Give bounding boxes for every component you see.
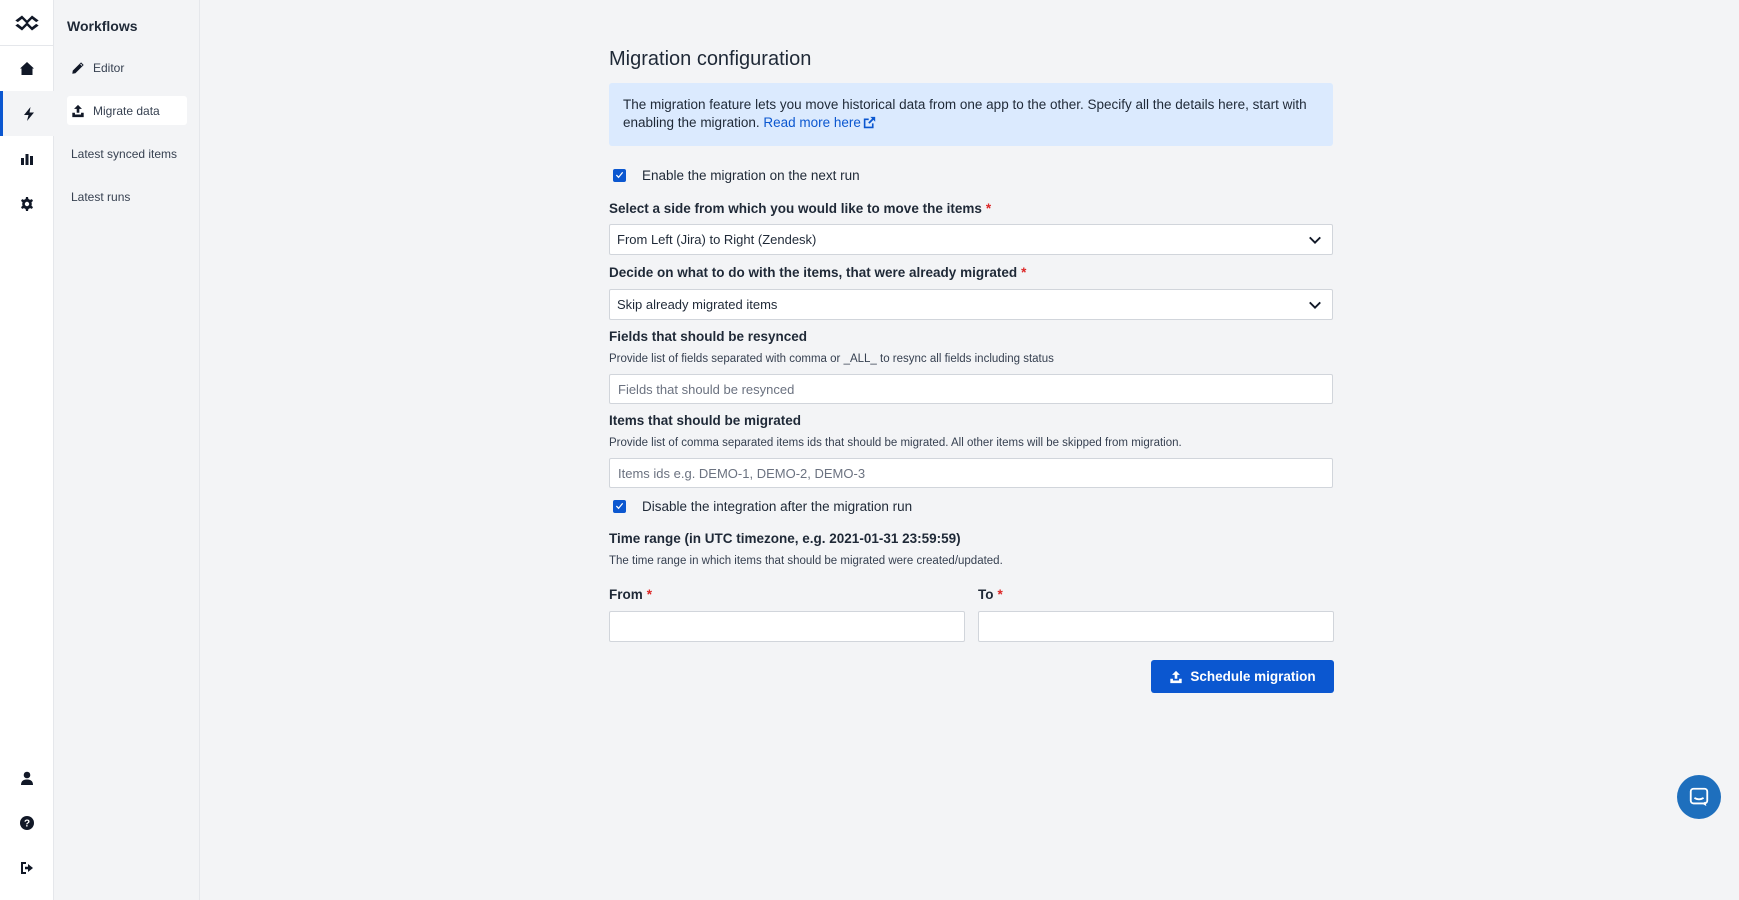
chat-icon (1689, 787, 1709, 807)
enable-migration-label: Enable the migration on the next run (642, 168, 860, 183)
sidebar-item-label: Migrate data (93, 103, 160, 118)
disable-integration-checkbox[interactable] (613, 500, 626, 513)
chevron-down-icon (1309, 301, 1321, 309)
icon-rail: ? (0, 0, 54, 900)
info-box: The migration feature lets you move hist… (609, 83, 1333, 146)
external-link-icon (863, 116, 876, 129)
chevron-down-icon (1309, 236, 1321, 244)
sidebar-item-migrate-data[interactable]: Migrate data (67, 96, 187, 125)
pencil-icon (72, 61, 84, 74)
time-range-label: Time range (in UTC timezone, e.g. 2021-0… (609, 531, 961, 546)
required-marker: * (985, 201, 992, 216)
from-label: From * (609, 587, 653, 602)
side-select[interactable]: From Left (Jira) to Right (Zendesk) (609, 224, 1333, 255)
sidebar-item-label: Latest synced items (71, 146, 178, 161)
to-label: To * (978, 587, 1003, 602)
disable-integration-row[interactable]: Disable the integration after the migrat… (609, 499, 912, 514)
sidebar-item-label: Latest runs (71, 189, 131, 204)
upload-icon (1170, 670, 1183, 683)
bolt-icon[interactable] (0, 91, 54, 136)
info-text: The migration feature lets you move hist… (623, 97, 1307, 130)
decide-select[interactable]: Skip already migrated items (609, 289, 1333, 320)
required-marker: * (1021, 265, 1027, 280)
fields-label: Fields that should be resynced (609, 329, 808, 344)
check-icon (615, 171, 624, 179)
fields-input[interactable] (609, 374, 1333, 404)
sidebar-item-latest-synced-items[interactable]: Latest synced items (67, 139, 187, 168)
enable-migration-checkbox[interactable] (613, 169, 626, 182)
decide-select-value: Skip already migrated items (617, 297, 778, 312)
user-icon[interactable] (0, 755, 54, 800)
sidebar-item-editor[interactable]: Editor (67, 53, 187, 82)
decide-select-label: Decide on what to do with the items, tha… (609, 265, 1027, 280)
page-title: Migration configuration (609, 48, 812, 70)
time-range-help: The time range in which items that shoul… (609, 555, 1003, 567)
read-more-link[interactable]: Read more here (763, 115, 876, 130)
sidebar-title: Workflows (67, 18, 138, 34)
logout-icon[interactable] (0, 845, 54, 890)
side-select-label: Select a side from which you would like … (609, 201, 992, 216)
fields-help: Provide list of fields separated with co… (609, 353, 1054, 365)
side-select-value: From Left (Jira) to Right (Zendesk) (617, 232, 817, 247)
items-input[interactable] (609, 458, 1333, 488)
check-icon (615, 502, 624, 510)
chat-launcher[interactable] (1677, 775, 1721, 819)
items-label: Items that should be migrated (609, 413, 802, 428)
sidebar-item-label: Editor (93, 60, 125, 75)
workflows-sidebar: Workflows Editor Migrate data Latest syn… (55, 0, 200, 900)
enable-migration-row[interactable]: Enable the migration on the next run (609, 168, 860, 183)
items-help: Provide list of comma separated items id… (609, 437, 1182, 449)
schedule-migration-button[interactable]: Schedule migration (1151, 660, 1334, 693)
required-marker: * (997, 587, 1003, 602)
home-icon[interactable] (0, 46, 54, 91)
required-marker: * (646, 587, 653, 602)
logo-icon[interactable] (0, 0, 54, 46)
from-input[interactable] (609, 611, 965, 642)
sidebar-item-latest-runs[interactable]: Latest runs (67, 182, 187, 211)
to-input[interactable] (978, 611, 1334, 642)
disable-integration-label: Disable the integration after the migrat… (642, 499, 913, 514)
help-icon[interactable]: ? (0, 800, 54, 845)
chart-icon[interactable] (0, 136, 54, 181)
schedule-migration-label: Schedule migration (1190, 669, 1316, 684)
gear-icon[interactable] (0, 181, 54, 226)
svg-text:?: ? (24, 818, 30, 829)
upload-icon (72, 104, 84, 117)
